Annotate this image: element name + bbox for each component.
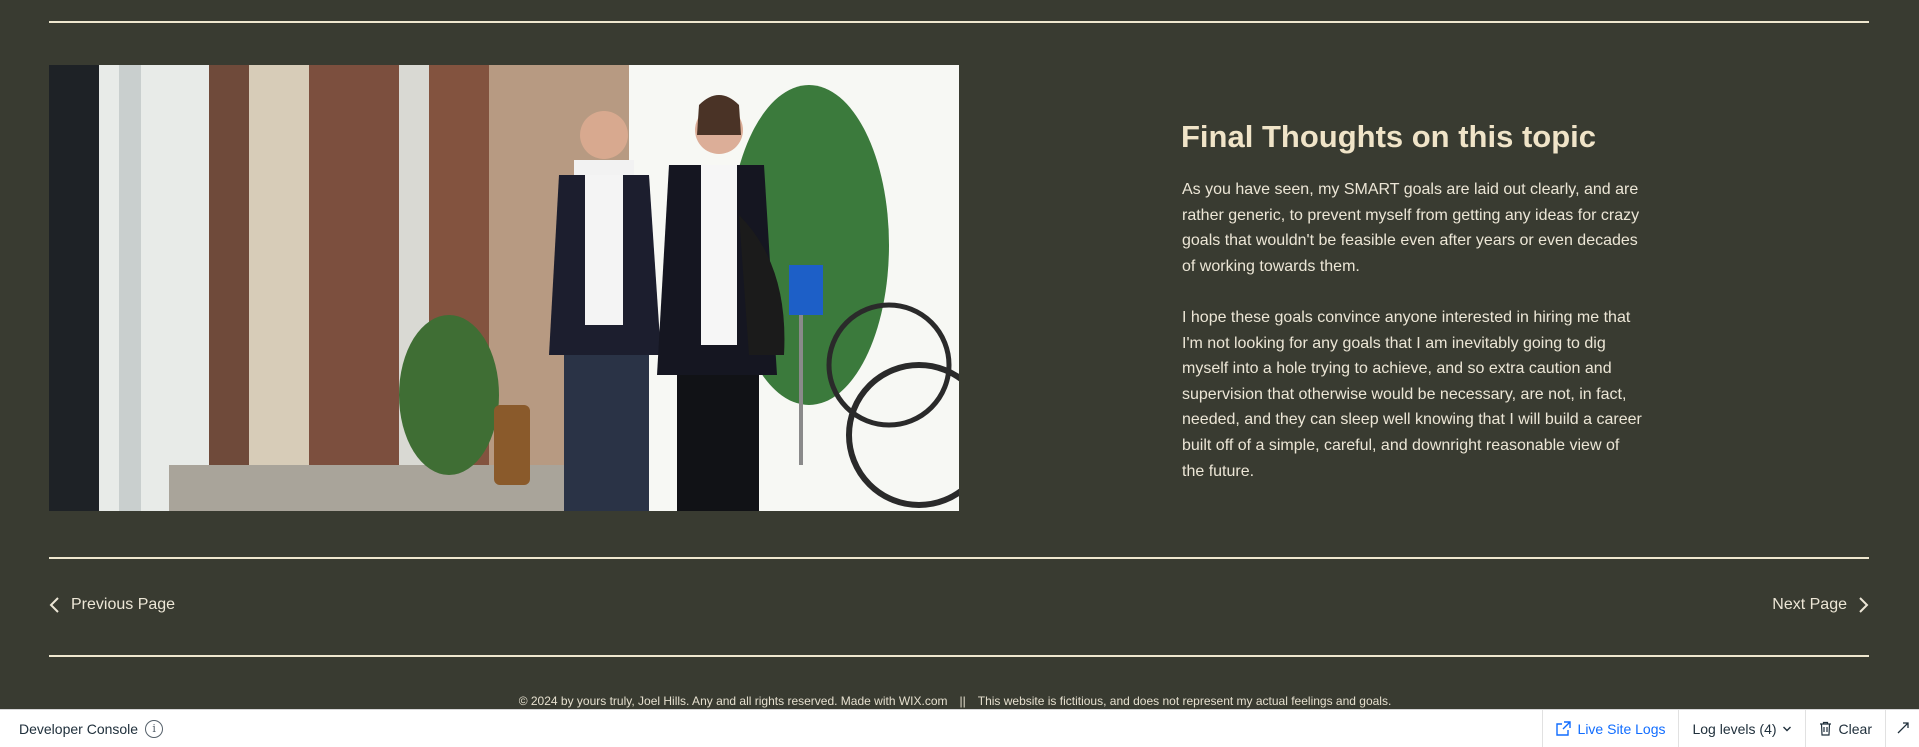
chevron-down-icon bbox=[1782, 726, 1791, 731]
live-site-logs-button[interactable]: Live Site Logs bbox=[1541, 710, 1679, 747]
developer-console-actions: Live Site Logs Log levels (4) Clear bbox=[1541, 710, 1919, 747]
previous-page-label: Previous Page bbox=[71, 596, 176, 613]
next-page-label: Next Page bbox=[1772, 596, 1847, 613]
expand-icon bbox=[1897, 722, 1909, 734]
chevron-left-icon bbox=[49, 597, 59, 613]
trash-icon bbox=[1819, 721, 1831, 736]
external-link-icon bbox=[1555, 721, 1571, 736]
log-levels-label: Log levels (4) bbox=[1692, 720, 1777, 737]
info-icon[interactable]: i bbox=[145, 720, 164, 738]
developer-console-bar: Developer Console i Live Site Logs Log l… bbox=[0, 709, 1919, 747]
article-paragraph-1: As you have seen, my SMART goals are lai… bbox=[1182, 181, 1640, 275]
next-page-link[interactable]: Next Page bbox=[1772, 596, 1869, 614]
footer: © 2024 by yours truly, Joel Hills. Any a… bbox=[0, 694, 1910, 708]
footer-disclaimer: This website is fictitious, and does not… bbox=[977, 694, 1392, 708]
clear-label: Clear bbox=[1838, 720, 1872, 737]
footer-separator: || bbox=[959, 694, 966, 708]
top-divider bbox=[49, 21, 1869, 23]
article-photo bbox=[49, 65, 959, 511]
expand-console-button[interactable] bbox=[1885, 710, 1919, 747]
middle-divider bbox=[49, 557, 1869, 559]
footer-copyright: © 2024 by yours truly, Joel Hills. Any a… bbox=[518, 694, 948, 708]
log-levels-dropdown[interactable]: Log levels (4) bbox=[1678, 710, 1804, 747]
lower-divider bbox=[49, 655, 1869, 657]
article-heading: Final Thoughts on this topic bbox=[1181, 119, 1597, 154]
developer-console-title: Developer Console i bbox=[19, 720, 164, 738]
article-paragraph-2: I hope these goals convince anyone inter… bbox=[1182, 309, 1642, 480]
chevron-right-icon bbox=[1859, 597, 1869, 613]
developer-console-label: Developer Console bbox=[19, 721, 139, 737]
clear-button[interactable]: Clear bbox=[1804, 710, 1885, 747]
previous-page-link[interactable]: Previous Page bbox=[49, 596, 175, 614]
live-site-logs-label: Live Site Logs bbox=[1577, 720, 1666, 737]
